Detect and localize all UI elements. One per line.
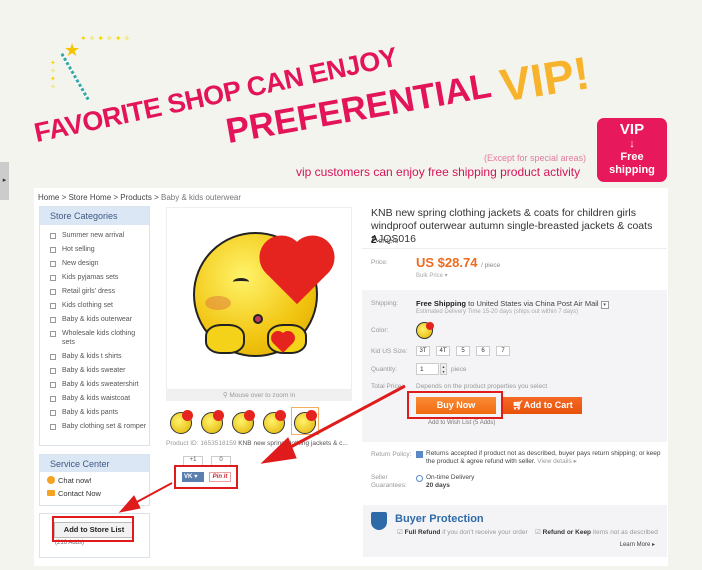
- annotation-arrows: [118, 384, 406, 513]
- arrow-head: [260, 437, 297, 464]
- arrow-line: [284, 384, 406, 452]
- arrow-line: [134, 482, 173, 504]
- arrow-head: [118, 495, 141, 513]
